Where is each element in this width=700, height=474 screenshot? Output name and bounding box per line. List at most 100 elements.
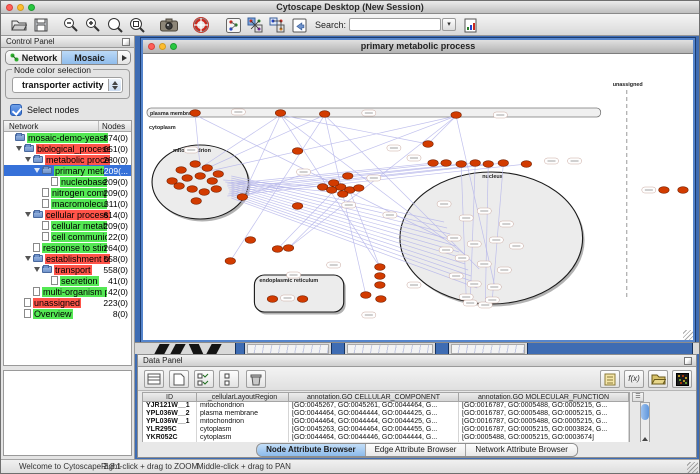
graph-node-selected[interactable]	[483, 161, 493, 168]
tab-network-attribute-browser[interactable]: Network Attribute Browser	[466, 444, 576, 456]
table-row[interactable]: YPL036W__2plasma membrane[GO:0044464, GO…	[143, 410, 629, 418]
column-header[interactable]: annotation.GO CELLULAR_COMPONENT	[289, 393, 459, 401]
graph-node-selected[interactable]	[423, 141, 433, 148]
graph-node-selected[interactable]	[428, 160, 438, 167]
import-attributes-button[interactable]	[648, 370, 668, 388]
table-cell[interactable]: YPL036W__1	[143, 418, 197, 426]
graph-node-selected[interactable]	[292, 203, 302, 210]
function-builder-button[interactable]: f(x)	[624, 370, 644, 388]
graph-node-selected[interactable]	[245, 237, 255, 244]
tree-row[interactable]: multi-organism proc42(0)	[4, 286, 131, 297]
graph-node-selected[interactable]	[275, 110, 285, 117]
table-cell[interactable]: cytoplasm	[197, 426, 289, 434]
column-options-button[interactable]: ☰	[632, 392, 644, 402]
tree-row[interactable]: Overview8(0)	[4, 308, 131, 319]
graph-node-selected[interactable]	[190, 110, 200, 117]
expand-arrow-icon[interactable]	[34, 267, 40, 272]
graph-node-selected[interactable]	[441, 160, 451, 167]
table-cell[interactable]: [GO:0045263, GO:0044464, GO:0044455, G..…	[289, 426, 459, 434]
table-cell[interactable]: mitochondrion	[197, 402, 289, 410]
graph-node-selected[interactable]	[521, 161, 531, 168]
tree-row[interactable]: primary metabolic process209(...	[4, 165, 131, 176]
graph-node-selected[interactable]	[267, 296, 277, 303]
unselect-attributes-button[interactable]	[219, 370, 239, 388]
graph-node-selected[interactable]	[272, 246, 282, 253]
graph-node-selected[interactable]	[176, 167, 186, 174]
tree-row[interactable]: secretion41(0)	[4, 275, 131, 286]
tab-edge-attribute-browser[interactable]: Edge Attribute Browser	[366, 444, 467, 456]
graph-node-selected[interactable]	[319, 111, 329, 118]
annotation-button[interactable]	[289, 16, 309, 34]
graph-node-selected[interactable]	[195, 173, 205, 180]
tree-row[interactable]: response to stimulus264(0)	[4, 242, 131, 253]
table-cell[interactable]: YLR295C	[143, 426, 197, 434]
network-panel-button[interactable]	[223, 16, 243, 34]
open-session-button[interactable]	[9, 16, 29, 34]
table-cell[interactable]: [GO:0016787, GO:0005488, GO:0005215, G..…	[459, 402, 629, 410]
graph-node-selected[interactable]	[213, 171, 223, 178]
matrix-view-button[interactable]	[672, 370, 692, 388]
tab-node-attribute-browser[interactable]: Node Attribute Browser	[257, 444, 366, 456]
graph-node-selected[interactable]	[225, 258, 235, 265]
graph-node-selected[interactable]	[354, 185, 364, 192]
graph-edge[interactable]	[281, 115, 429, 144]
attribute-editor-button[interactable]	[600, 370, 620, 388]
graph-node-selected[interactable]	[167, 178, 177, 185]
graph-node-selected[interactable]	[375, 264, 385, 271]
expand-arrow-icon[interactable]	[25, 256, 31, 261]
expand-arrow-icon[interactable]	[25, 157, 31, 162]
tab-overflow-button[interactable]	[118, 51, 130, 64]
search-input[interactable]	[349, 18, 441, 31]
network-canvas-svg[interactable]: plasma membranecytoplasmmitochondrionnuc…	[143, 54, 693, 340]
zoom-selected-button[interactable]	[127, 16, 147, 34]
tree-row[interactable]: unassigned223(0)	[4, 297, 131, 308]
create-attribute-button[interactable]	[169, 370, 189, 388]
graph-node-selected[interactable]	[338, 191, 348, 198]
layout-nodes-button[interactable]	[245, 16, 265, 34]
expand-arrow-icon[interactable]	[16, 146, 22, 151]
zoom-out-button[interactable]	[61, 16, 81, 34]
scrollbar-thumb[interactable]	[641, 404, 649, 420]
zoom-in-button[interactable]	[83, 16, 103, 34]
table-cell[interactable]: [GO:0016787, GO:0005215, GO:0003824, G..…	[459, 426, 629, 434]
graph-node-selected[interactable]	[678, 187, 688, 194]
graph-node-selected[interactable]	[328, 180, 338, 187]
table-row[interactable]: YKR052Ccytoplasm[GO:0044464, GO:0044446,…	[143, 434, 629, 442]
layout-edges-button[interactable]	[267, 16, 287, 34]
tree-row[interactable]: cellular process614(0)	[4, 209, 131, 220]
tree-row[interactable]: cellular metabolic pr209(0)	[4, 220, 131, 231]
table-cell[interactable]: [GO:0005488, GO:0005215, GO:0003674]	[459, 434, 629, 442]
column-header[interactable]: ID	[143, 393, 197, 401]
graph-node-selected[interactable]	[375, 282, 385, 289]
tree-row[interactable]: cell communication22(0)	[4, 231, 131, 242]
table-row[interactable]: YLR295Ccytoplasm[GO:0045263, GO:0044464,…	[143, 426, 629, 434]
network-window-titlebar[interactable]: primary metabolic process	[143, 40, 693, 54]
save-session-button[interactable]	[31, 16, 51, 34]
graph-node-selected[interactable]	[207, 178, 217, 185]
graph-node-selected[interactable]	[292, 148, 302, 155]
table-cell[interactable]: [GO:0044464, GO:0044444, GO:0044425, G..…	[289, 418, 459, 426]
tree-row[interactable]: biological_process651(0)	[4, 143, 131, 154]
table-row[interactable]: YPL036W__1mitochondrion[GO:0044464, GO:0…	[143, 418, 629, 426]
float-panel-icon[interactable]	[122, 38, 130, 46]
enhanced-search-config-button[interactable]	[461, 16, 481, 34]
graph-node-selected[interactable]	[376, 296, 386, 303]
float-panel-icon[interactable]	[684, 357, 692, 365]
birdseye-panel[interactable]	[3, 370, 132, 456]
graph-node-selected[interactable]	[237, 194, 247, 201]
network-canvas[interactable]: plasma membranecytoplasmmitochondrionnuc…	[143, 54, 693, 340]
tree-row[interactable]: nitrogen compound me209(0)	[4, 187, 131, 198]
graph-node-selected[interactable]	[202, 165, 212, 172]
tab-mosaic[interactable]: Mosaic	[62, 51, 118, 64]
graph-node-selected[interactable]	[297, 296, 307, 303]
graph-node-selected[interactable]	[451, 112, 461, 119]
zoom-fit-button[interactable]	[105, 16, 125, 34]
snapshot-button[interactable]	[159, 16, 179, 34]
graph-node-selected[interactable]	[361, 292, 371, 299]
graph-node-selected[interactable]	[182, 175, 192, 182]
graph-node-selected[interactable]	[375, 273, 385, 280]
table-cell[interactable]: mitochondrion	[197, 418, 289, 426]
table-row[interactable]: YJR121W__1mitochondrion[GO:0045267, GO:0…	[143, 402, 629, 410]
table-cell[interactable]: cytoplasm	[197, 434, 289, 442]
graph-node-selected[interactable]	[190, 161, 200, 168]
